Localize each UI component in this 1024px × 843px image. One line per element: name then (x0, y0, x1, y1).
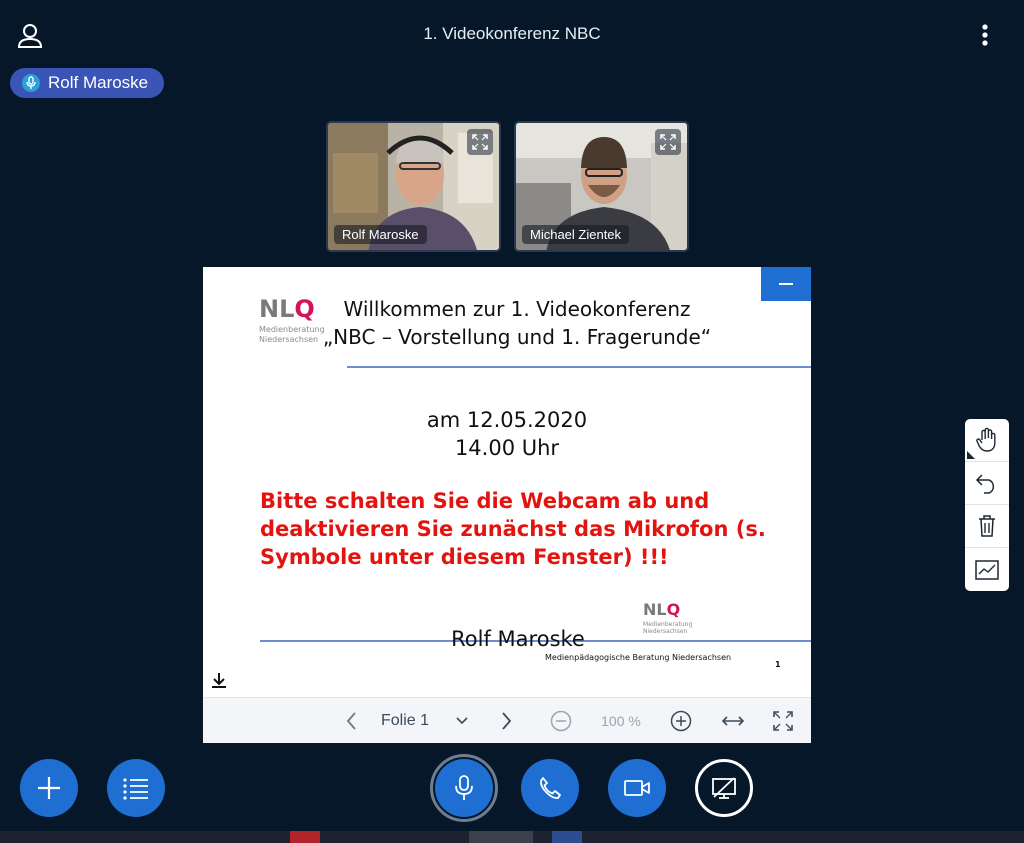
video-participant-name: Michael Zientek (522, 225, 630, 244)
slide-page-number: 1 (775, 660, 781, 669)
multi-user-whiteboard-button[interactable] (965, 548, 1009, 591)
taskbar-app-active[interactable] (469, 831, 533, 843)
zoom-in-icon (670, 710, 692, 732)
zoom-out-icon (550, 710, 572, 732)
expand-icon (660, 134, 676, 150)
options-menu-button[interactable] (972, 20, 998, 50)
presentation-toolbar: Folie 1 100 % (203, 697, 811, 743)
video-participant-name: Rolf Maroske (334, 225, 427, 244)
download-presentation-button[interactable] (209, 670, 229, 690)
fit-width-icon (721, 716, 745, 726)
mute-microphone-button[interactable] (430, 754, 498, 822)
fullscreen-video-button[interactable] (655, 129, 681, 155)
video-camera-icon (624, 780, 650, 796)
fullscreen-icon (773, 711, 793, 731)
taskbar-app[interactable] (552, 831, 582, 843)
presentation-area[interactable]: NLQ Medienberatung Niedersachsen Willkom… (203, 267, 811, 743)
expand-icon (472, 134, 488, 150)
whiteboard-toolbar (965, 419, 1009, 591)
slide-divider (347, 366, 811, 368)
talking-user-name: Rolf Maroske (48, 73, 149, 92)
plus-icon (38, 777, 60, 799)
fullscreen-video-button[interactable] (467, 129, 493, 155)
minus-icon (779, 283, 793, 285)
zoom-in-button[interactable] (667, 698, 695, 744)
nlq-logo-small: NLQ (643, 600, 681, 619)
zoom-out-button[interactable] (547, 698, 575, 744)
next-slide-button[interactable] (493, 698, 519, 744)
zoom-level: 100 % (601, 713, 641, 729)
slide-selector[interactable]: Folie 1 (381, 698, 487, 744)
chevron-down-icon (456, 717, 468, 725)
leave-audio-button[interactable] (521, 759, 579, 817)
slide-organisation: Medienpädagogische Beratung Niedersachse… (545, 653, 732, 662)
actions-plus-button[interactable] (20, 759, 78, 817)
more-vertical-icon (982, 24, 988, 46)
taskbar-app[interactable] (290, 831, 320, 843)
meeting-title: 1. Videokonferenz NBC (423, 24, 601, 43)
video-tile-rolf[interactable]: Rolf Maroske (326, 121, 501, 252)
list-icon (123, 778, 148, 800)
slide-title: Willkommen zur 1. Videokonferenz „NBC – … (322, 297, 712, 349)
corner-triangle-icon (967, 451, 975, 459)
trash-icon (979, 515, 995, 537)
slide-author: Rolf Maroske (451, 627, 585, 651)
screen-share-off-icon (712, 777, 736, 799)
polls-list-button[interactable] (107, 759, 165, 817)
hand-icon (976, 427, 996, 452)
undo-button[interactable] (965, 462, 1009, 505)
share-screen-button[interactable] (695, 759, 753, 817)
fullscreen-presentation-button[interactable] (769, 698, 797, 744)
previous-slide-button[interactable] (339, 698, 365, 744)
fit-to-width-button[interactable] (719, 698, 747, 744)
download-icon (212, 673, 226, 688)
microphone-button-inner (435, 759, 493, 817)
microphone-icon (455, 775, 473, 800)
chevron-right-icon (502, 712, 512, 730)
os-taskbar (0, 831, 1024, 843)
share-webcam-button[interactable] (608, 759, 666, 817)
slide-date: am 12.05.2020 14.00 Uhr (426, 408, 588, 460)
undo-icon (975, 474, 995, 494)
phone-icon (540, 777, 561, 799)
microphone-icon (22, 74, 40, 92)
video-tile-michael[interactable]: Michael Zientek (514, 121, 689, 252)
clear-annotations-button[interactable] (965, 505, 1009, 548)
pan-tool-button[interactable] (965, 419, 1009, 462)
whiteboard-icon (975, 559, 999, 580)
talking-indicator[interactable]: Rolf Maroske (10, 68, 165, 98)
slide-warning: Bitte schalten Sie die Webcam ab und dea… (260, 489, 766, 569)
chevron-left-icon (346, 712, 356, 730)
slide-selector-label: Folie 1 (381, 712, 430, 729)
